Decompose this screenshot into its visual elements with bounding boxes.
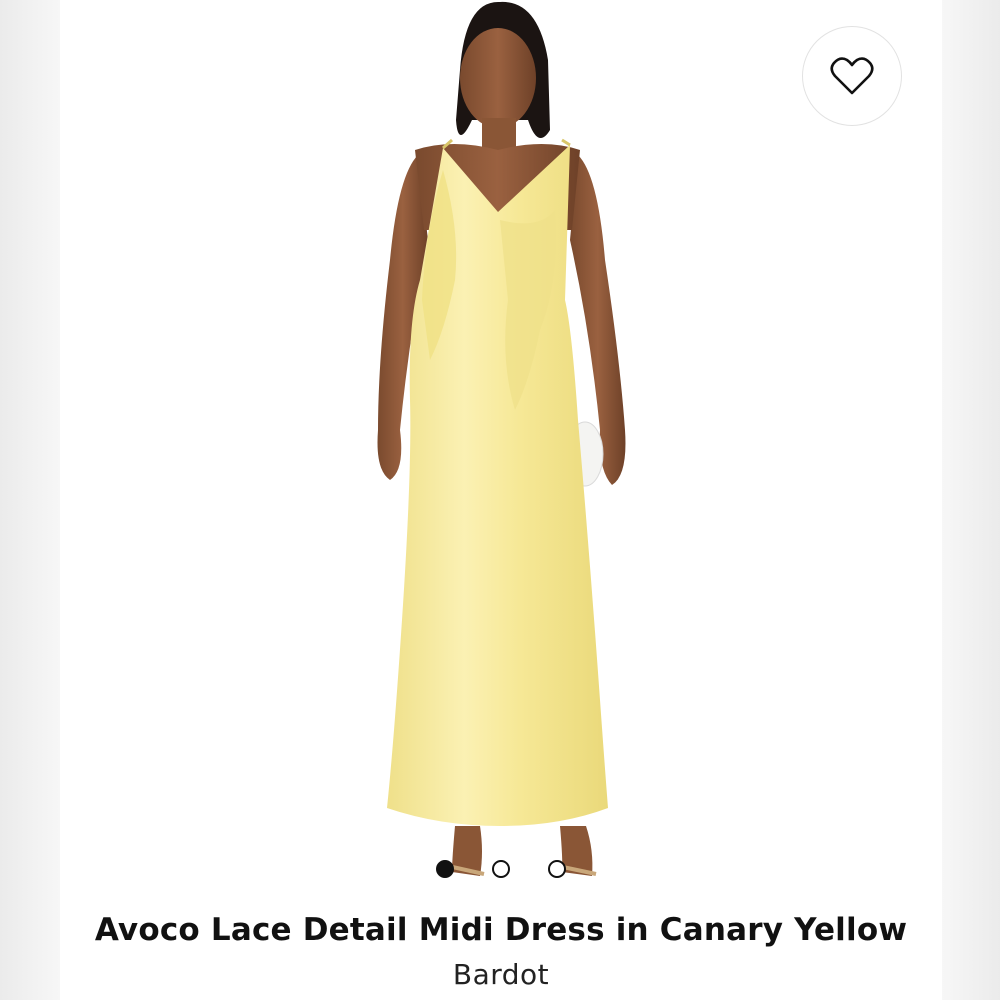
background-right-edge xyxy=(942,0,1000,1000)
product-title: Avoco Lace Detail Midi Dress in Canary Y… xyxy=(94,912,908,948)
brand-name[interactable]: Bardot xyxy=(60,958,942,991)
background-left-edge xyxy=(0,0,60,1000)
product-image[interactable] xyxy=(60,0,942,900)
model-photo xyxy=(377,1,626,876)
gallery-pagination xyxy=(60,860,942,880)
product-card: Avoco Lace Detail Midi Dress in Canary Y… xyxy=(60,0,942,1000)
heart-icon xyxy=(830,57,874,95)
gallery-dot-2[interactable] xyxy=(492,860,510,878)
favorite-button[interactable] xyxy=(802,26,902,126)
gallery-dot-3[interactable] xyxy=(548,860,566,878)
gallery-dot-1[interactable] xyxy=(436,860,454,878)
